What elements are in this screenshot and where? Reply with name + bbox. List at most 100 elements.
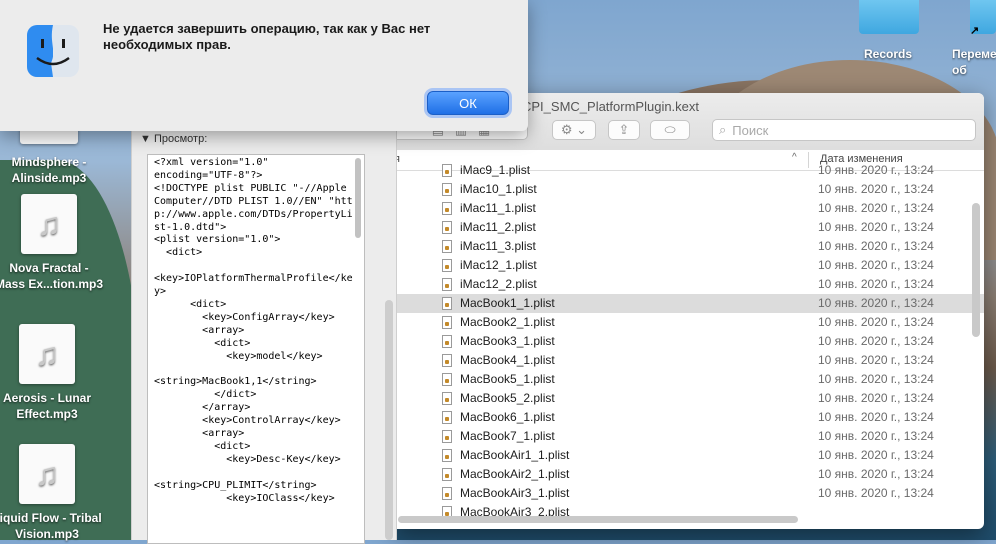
plist-file-icon [442,392,452,405]
plist-file-icon [442,297,452,310]
file-name: iMac10_1.plist [460,182,537,196]
file-date: 10 янв. 2020 г., 13:24 [818,258,934,272]
file-name: iMac9_1.plist [460,163,531,177]
file-name: iMac11_2.plist [460,220,536,234]
move-folder-label[interactable]: Переме об [952,46,996,78]
desktop-file-liquid-flow[interactable]: ♫ Liquid Flow - Tribal Vision.mp3 [0,444,102,542]
file-date: 10 янв. 2020 г., 13:24 [818,296,934,310]
file-row[interactable]: MacBook5_2.plist 10 янв. 2020 г., 13:24 [394,389,984,408]
music-note-icon: ♫ [21,194,77,254]
file-name: MacBookAir3_1.plist [460,486,570,500]
desktop-file-label: Liquid Flow - Tribal Vision.mp3 [0,511,102,541]
plist-file-icon [442,335,452,348]
plist-file-icon [442,411,452,424]
file-date: 10 янв. 2020 г., 13:24 [818,486,934,500]
plist-file-icon [442,278,452,291]
share-button[interactable]: ⇪ [608,120,640,140]
file-list[interactable]: iMac9_1.plist 10 янв. 2020 г., 13:24 iMac1… [394,161,984,522]
file-date: 10 янв. 2020 г., 13:24 [818,448,934,462]
file-name: MacBook4_1.plist [460,353,555,367]
file-date: 10 янв. 2020 г., 13:24 [818,467,934,481]
tag-icon: ⬭ [664,122,676,137]
ok-button[interactable]: ОК [427,91,509,115]
preview-label: ▼ Просмотр: [140,133,208,145]
file-date: 10 янв. 2020 г., 13:24 [818,239,934,253]
desktop-file-label: Aerosis - Lunar Effect.mp3 [2,391,92,421]
alert-message: Не удается завершить операцию, так как у… [103,21,431,52]
plist-file-icon [442,164,452,177]
preview-panel: ▼ Просмотр: <?xml version="1.0" encoding… [131,130,397,544]
action-gear-button[interactable]: ⚙ ⌄ [552,120,596,140]
file-row[interactable]: MacBook3_1.plist 10 янв. 2020 г., 13:24 [394,332,984,351]
plist-file-icon [442,373,452,386]
desktop-file-label: Mindsphere - Alinside.mp3 [11,155,87,185]
file-name: MacBook2_1.plist [460,315,555,329]
horizontal-scrollbar[interactable] [398,516,798,523]
file-row[interactable]: MacBook5_1.plist 10 янв. 2020 г., 13:24 [394,370,984,389]
file-date: 10 янв. 2020 г., 13:24 [818,334,934,348]
preview-label-text: Просмотр: [153,133,208,145]
records-folder-label[interactable]: Records [833,46,943,62]
desktop-file-mindsphere[interactable]: Mindsphere - Alinside.mp3 [0,154,104,186]
file-row[interactable]: iMac11_2.plist 10 янв. 2020 г., 13:24 [394,218,984,237]
file-row[interactable]: MacBook6_1.plist 10 янв. 2020 г., 13:24 [394,408,984,427]
file-name: iMac12_2.plist [460,277,537,291]
file-date: 10 янв. 2020 г., 13:24 [818,201,934,215]
gear-icon: ⚙ ⌄ [560,122,588,137]
music-note-icon: ♫ [19,324,75,384]
desktop-file-aerosis[interactable]: ♫ Aerosis - Lunar Effect.mp3 [0,324,102,422]
file-date: 10 янв. 2020 г., 13:24 [818,315,934,329]
desktop-file-nova-fractal[interactable]: ♫ Nova Fractal - Mass Ex...tion.mp3 [0,194,104,292]
file-row[interactable]: MacBookAir1_1.plist 10 янв. 2020 г., 13:2… [394,446,984,465]
file-name: MacBook6_1.plist [460,410,555,424]
search-field[interactable]: ⌕ Поиск [712,119,976,141]
file-row[interactable]: MacBookAir2_1.plist 10 янв. 2020 г., 13:2… [394,465,984,484]
file-name: MacBookAir2_1.plist [460,467,570,481]
file-date: 10 янв. 2020 г., 13:24 [818,372,934,386]
plist-file-icon [442,316,452,329]
file-name: MacBook5_1.plist [460,372,555,386]
file-date: 10 янв. 2020 г., 13:24 [818,429,934,443]
music-note-icon: ♫ [19,444,75,504]
vertical-scrollbar[interactable] [972,203,980,337]
preview-text-area[interactable]: <?xml version="1.0" encoding="UTF-8"?> <… [147,154,365,544]
file-name: MacBook1_1.plist [460,296,555,310]
file-date: 10 янв. 2020 г., 13:24 [818,163,934,177]
window-title: CPI_SMC_PlatformPlugin.kext [522,99,700,114]
search-icon: ⌕ [719,122,727,137]
file-row[interactable]: iMac11_3.plist 10 янв. 2020 г., 13:24 [394,237,984,256]
file-row[interactable]: iMac12_1.plist 10 янв. 2020 г., 13:24 [394,256,984,275]
file-date: 10 янв. 2020 г., 13:24 [818,220,934,234]
file-row[interactable]: iMac11_1.plist 10 янв. 2020 г., 13:24 [394,199,984,218]
file-name: MacBook5_2.plist [460,391,555,405]
file-name: iMac11_1.plist [460,201,536,215]
file-row[interactable]: iMac12_2.plist 10 янв. 2020 г., 13:24 [394,275,984,294]
file-name: MacBook7_1.plist [460,429,555,443]
plist-file-icon [442,430,452,443]
permission-alert-dialog: Не удается завершить операцию, так как у… [0,0,528,131]
file-date: 10 янв. 2020 г., 13:24 [818,391,934,405]
file-row[interactable]: MacBookAir3_1.plist 10 янв. 2020 г., 13:2… [394,484,984,503]
file-row[interactable]: MacBook1_1.plist 10 янв. 2020 г., 13:24 [394,294,984,313]
plist-file-icon [442,449,452,462]
file-row[interactable]: iMac10_1.plist 10 янв. 2020 г., 13:24 [394,180,984,199]
finder-window[interactable]: CPI_SMC_PlatformPlugin.kext ▤ ▥ ▦ ⚙ ⌄ ⇪ … [394,93,984,529]
finder-app-icon [27,25,79,77]
preview-scrollbar[interactable] [355,158,361,238]
alias-arrow-icon: ↗ [970,25,980,37]
tag-button[interactable]: ⬭ [650,120,690,140]
plist-file-icon [442,240,452,253]
file-date: 10 янв. 2020 г., 13:24 [818,353,934,367]
file-row[interactable]: MacBook4_1.plist 10 янв. 2020 г., 13:24 [394,351,984,370]
share-icon: ⇪ [618,122,630,137]
plist-file-icon [442,202,452,215]
file-name: MacBook3_1.plist [460,334,555,348]
file-row[interactable]: MacBook2_1.plist 10 янв. 2020 г., 13:24 [394,313,984,332]
plist-file-icon [442,259,452,272]
file-row[interactable]: MacBook7_1.plist 10 янв. 2020 г., 13:24 [394,427,984,446]
records-folder-icon[interactable] [859,0,919,34]
column-scrollbar[interactable] [385,300,393,540]
plist-file-icon [442,487,452,500]
file-name: iMac12_1.plist [460,258,537,272]
file-row[interactable]: iMac9_1.plist 10 янв. 2020 г., 13:24 [394,161,984,180]
